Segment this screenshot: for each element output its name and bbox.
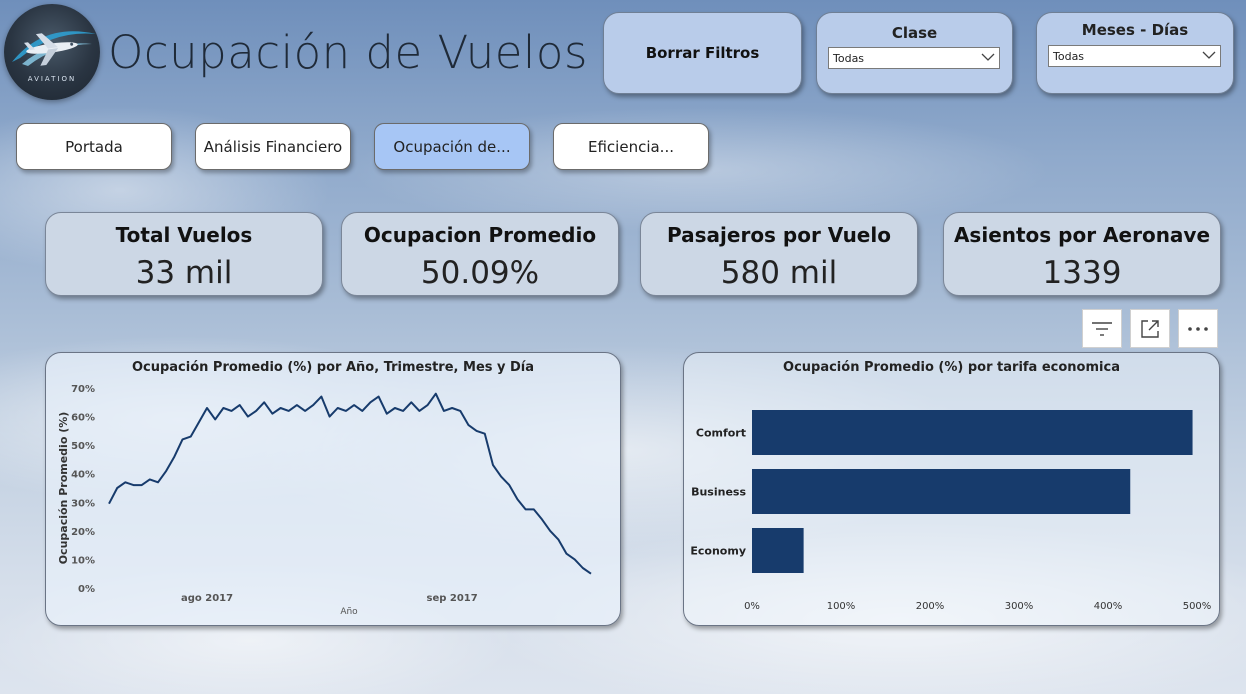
more-options-button[interactable]	[1178, 309, 1218, 348]
bar-comfort[interactable]	[752, 410, 1193, 455]
kpi-label: Asientos por Aeronave	[953, 223, 1211, 247]
kpi-value: 1339	[1042, 255, 1122, 291]
class-slicer: Clase Todas	[816, 12, 1013, 94]
y-tick-label: 20%	[71, 527, 95, 538]
kpi-value: 50.09%	[420, 255, 540, 291]
months-dropdown[interactable]: Todas	[1048, 45, 1221, 67]
chevron-down-icon	[981, 53, 995, 61]
category-label: Business	[691, 486, 746, 499]
kpi-value: 33 mil	[135, 255, 233, 291]
x-tick-label: sep 2017	[427, 593, 478, 604]
clear-filters-button[interactable]: Borrar Filtros	[603, 12, 802, 94]
page-title: Ocupación de Vuelos	[108, 26, 588, 79]
y-tick-label: 0%	[78, 584, 95, 595]
focus-mode-icon	[1141, 319, 1159, 338]
focus-mode-button[interactable]	[1130, 309, 1170, 348]
filter-icon	[1092, 321, 1112, 336]
nav-analisis-financiero-button[interactable]: Análisis Financiero	[195, 123, 351, 170]
airplane-icon	[12, 31, 96, 66]
line-chart-panel: Ocupación Promedio (%) por Año, Trimestr…	[45, 352, 621, 626]
bar-economy[interactable]	[752, 528, 804, 573]
class-dropdown-value: Todas	[833, 52, 865, 65]
kpi-value: 580 mil	[720, 255, 838, 291]
x-axis-label: Año	[340, 607, 358, 617]
aviation-logo: AVIATION	[4, 4, 100, 100]
more-options-icon	[1188, 326, 1208, 331]
category-label: Economy	[690, 545, 746, 558]
y-tick-label: 10%	[71, 555, 95, 566]
x-tick-label: 0%	[744, 601, 760, 612]
y-tick-label: 50%	[71, 441, 95, 452]
y-tick-label: 30%	[71, 498, 95, 509]
kpi-label: Total Vuelos	[115, 223, 253, 247]
x-tick-label: 400%	[1094, 601, 1123, 612]
logo-text: AVIATION	[27, 75, 77, 83]
kpi-total-vuelos: Total Vuelos 33 mil	[45, 212, 323, 296]
series-line[interactable]	[108, 392, 592, 575]
bar-chart: Comfort Business Economy 0% 100% 200% 300% 400%…	[690, 410, 1212, 612]
kpi-ocupacion-promedio: Ocupacion Promedio 50.09%	[341, 212, 619, 296]
filter-button[interactable]	[1082, 309, 1122, 348]
months-slicer: Meses - Días Todas	[1036, 12, 1234, 94]
nav-eficiencia-button[interactable]: Eficiencia...	[553, 123, 709, 170]
y-tick-label: 40%	[71, 470, 95, 481]
bar-business[interactable]	[752, 469, 1131, 514]
class-slicer-title: Clase	[891, 24, 938, 42]
kpi-label: Pasajeros por Vuelo	[667, 223, 891, 247]
x-tick-label: 200%	[916, 601, 945, 612]
y-axis-label: Ocupación Promedio (%)	[57, 412, 70, 565]
nav-ocupacion-button[interactable]: Ocupación de...	[374, 123, 530, 170]
class-dropdown[interactable]: Todas	[828, 47, 1000, 69]
chevron-down-icon	[1202, 51, 1216, 59]
line-chart: 70% 60% 50% 40% 30% 20% 10% 0% Ocupación Promedi…	[57, 384, 592, 617]
category-label: Comfort	[696, 427, 746, 440]
months-slicer-title: Meses - Días	[1081, 21, 1189, 39]
kpi-pasajeros-por-vuelo: Pasajeros por Vuelo 580 mil	[640, 212, 918, 296]
kpi-label: Ocupacion Promedio	[363, 223, 597, 247]
y-tick-label: 70%	[71, 384, 95, 395]
nav-portada-button[interactable]: Portada	[16, 123, 172, 170]
kpi-asientos-por-aeronave: Asientos por Aeronave 1339	[943, 212, 1221, 296]
months-dropdown-value: Todas	[1053, 50, 1085, 63]
x-tick-label: 100%	[827, 601, 856, 612]
x-tick-label: 500%	[1183, 601, 1212, 612]
x-tick-label: 300%	[1005, 601, 1034, 612]
x-tick-label: ago 2017	[181, 593, 233, 604]
y-tick-label: 60%	[71, 413, 95, 424]
bar-chart-panel: Ocupación Promedio (%) por tarifa econom…	[683, 352, 1220, 626]
